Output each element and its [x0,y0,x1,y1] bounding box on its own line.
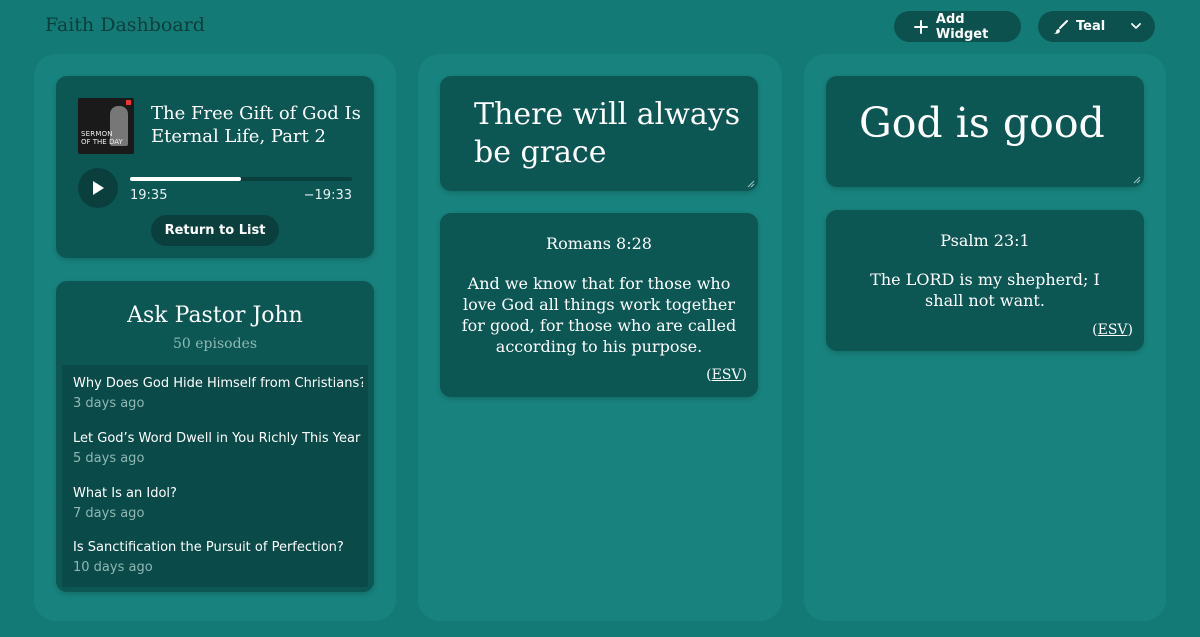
verse-text: The LORD is my shepherd; I shall not wan… [870,270,1100,310]
episode-name: Is Sanctification the Pursuit of Perfect… [73,540,344,555]
column-1: SERMON OF THE DAY The Free Gift of God I… [34,54,396,621]
note-text[interactable]: There will always be grace [474,96,744,172]
chevron-down-icon [1129,18,1143,38]
verse-widget: Psalm 23:1 The LORD is my shepherd; I sh… [826,210,1144,351]
podcast-player-widget: SERMON OF THE DAY The Free Gift of God I… [56,76,374,258]
plus-icon [912,18,930,36]
paintbrush-icon [1052,18,1070,36]
episode-artwork: SERMON OF THE DAY [78,98,134,154]
verse-text: And we know that for those who love God … [461,274,737,356]
play-icon [93,181,104,195]
episode-age: 3 days ago [73,396,145,411]
app-title: Faith Dashboard [45,14,205,36]
esv-link[interactable]: ESV [712,367,742,383]
list-item[interactable]: Is Sanctification the Pursuit of Perfect… [73,540,363,575]
column-2: There will always be grace Romans 8:28 A… [418,54,782,621]
podcast-episodes-widget: Ask Pastor John 50 episodes Why Does God… [56,281,374,592]
progress-fill [130,177,241,181]
list-item[interactable]: Why Does God Hide Himself from Christian… [73,376,363,411]
add-widget-label: Add Widget [935,11,989,42]
verse-source: (ESV) [1092,322,1133,338]
episode-name: Why Does God Hide Himself from Christian… [73,376,363,391]
verse-reference: Psalm 23:1 [940,231,1030,250]
verse-reference: Romans 8:28 [546,234,652,253]
verse-source: (ESV) [706,367,747,383]
text-note-widget[interactable]: God is good [826,76,1144,187]
show-title: Ask Pastor John [127,303,303,328]
episode-age: 10 days ago [73,560,153,575]
list-item[interactable]: What Is an Idol? 7 days ago [73,486,363,521]
episode-list: Why Does God Hide Himself from Christian… [62,365,368,587]
add-widget-button[interactable]: Add Widget [894,11,1021,42]
list-item[interactable]: Let God’s Word Dwell in You Richly This … [73,431,363,466]
episode-name: What Is an Idol? [73,486,177,501]
time-remaining: −19:33 [303,188,352,203]
episode-title: The Free Gift of God Is Eternal Life, Pa… [151,103,361,147]
resize-handle-icon[interactable] [747,180,755,188]
episode-count: 50 episodes [172,336,258,352]
play-button[interactable] [78,168,118,208]
resize-handle-icon[interactable] [1133,176,1141,184]
column-3: God is good Psalm 23:1 The LORD is my sh… [804,54,1166,621]
theme-select[interactable]: Teal [1038,11,1155,42]
note-text[interactable]: God is good [859,98,1129,148]
time-elapsed: 19:35 [130,188,168,203]
verse-widget: Romans 8:28 And we know that for those w… [440,213,758,397]
episode-age: 5 days ago [73,451,145,466]
episode-age: 7 days ago [73,506,145,521]
progress-bar[interactable] [130,177,352,181]
text-note-widget[interactable]: There will always be grace [440,76,758,191]
esv-link[interactable]: ESV [1098,322,1128,338]
episode-name: Let God’s Word Dwell in You Richly This … [73,431,361,446]
return-to-list-button[interactable]: Return to List [151,215,279,246]
theme-label: Teal [1076,19,1106,34]
